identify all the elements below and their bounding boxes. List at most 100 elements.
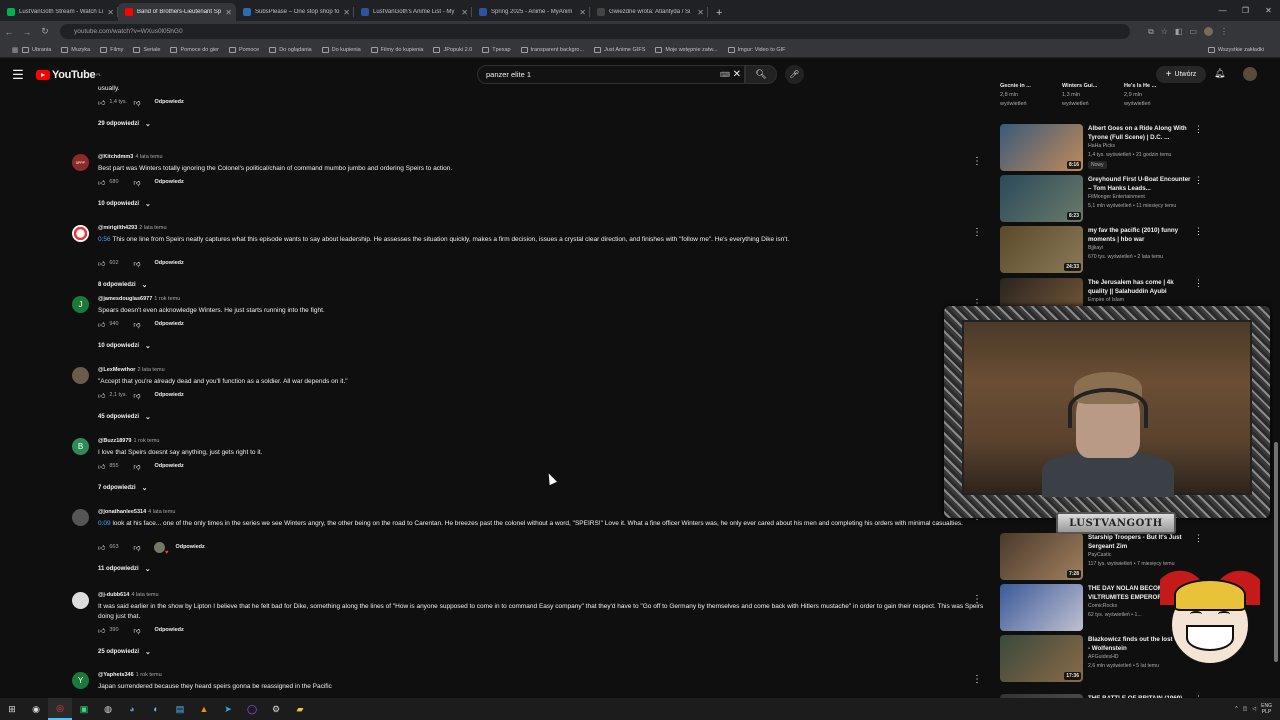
tray-network-icon[interactable]: ◫	[1243, 706, 1248, 712]
video-thumbnail[interactable]: 7:28	[1000, 533, 1083, 580]
bookmark-item[interactable]: Pomoce	[229, 46, 259, 53]
reply-button[interactable]: Odpowiedz	[154, 260, 183, 266]
view-replies-button[interactable]: 45 odpowiedzi ⌄	[98, 413, 151, 421]
partial-video-stats[interactable]: Winters Gui... 1,3 mln wyświetleń	[1062, 82, 1122, 109]
reply-button[interactable]: Odpowiedz	[154, 627, 183, 633]
dislike-icon[interactable]: 👎︎	[133, 543, 140, 552]
comment-avatar[interactable]	[72, 592, 89, 609]
dislike-icon[interactable]: 👎︎	[133, 626, 140, 635]
taskbar-settings-icon[interactable]: ⚙	[264, 698, 288, 720]
bookmark-item[interactable]: Do kupienia	[321, 46, 361, 53]
comment-author[interactable]: @Yaphets346	[98, 672, 134, 678]
view-replies-button[interactable]: 29 odpowiedzi ⌄	[98, 120, 151, 128]
channel-name[interactable]: PayCastic	[1088, 552, 1111, 558]
page-scrollbar[interactable]	[1273, 82, 1279, 698]
browser-menu-icon[interactable]: ⋮	[1220, 27, 1228, 37]
profile-icon[interactable]	[1204, 26, 1214, 36]
like-icon[interactable]: 👍︎	[98, 178, 105, 187]
bookmark-item[interactable]: Just Anime GIFS	[594, 46, 645, 53]
partial-video-stats[interactable]: He's Is He ... 2,9 mln wyświetleń	[1124, 82, 1184, 109]
comment-author[interactable]: @Buzz18979	[98, 438, 132, 444]
tab-close-icon[interactable]: ✕	[343, 8, 350, 17]
comment-author[interactable]: @jamesdouglas6977	[98, 296, 152, 302]
comment-author[interactable]: @mirigilth4293	[98, 225, 137, 231]
windows-start-icon[interactable]: ⊞	[0, 698, 24, 720]
video-thumbnail[interactable]: 8:23	[1000, 175, 1083, 222]
like-icon[interactable]: 👍︎	[98, 462, 105, 471]
view-replies-button[interactable]: 10 odpowiedzi ⌄	[98, 200, 151, 208]
taskbar-discord-icon[interactable]: ◕	[120, 698, 144, 720]
language-indicator[interactable]: ENG PLP	[1261, 703, 1272, 715]
clear-search-icon[interactable]: ✕	[733, 69, 741, 80]
comment-avatar[interactable]: Y	[72, 672, 89, 689]
dislike-icon[interactable]: 👎︎	[133, 391, 140, 400]
view-replies-button[interactable]: 7 odpowiedzi ⌄	[98, 484, 148, 492]
comment-time[interactable]: 4 lata temu	[131, 592, 158, 598]
maximize-icon[interactable]: ❐	[1234, 0, 1257, 21]
close-window-icon[interactable]: ✕	[1257, 0, 1280, 21]
taskbar-media-icon[interactable]: ◉	[24, 698, 48, 720]
apps-icon[interactable]: ▦	[8, 46, 22, 54]
video-thumbnail[interactable]: 24:33	[1000, 226, 1083, 273]
video-title[interactable]: Starship Troopers - But It's Just Sergea…	[1088, 533, 1192, 551]
taskbar-app-icon[interactable]: ▣	[72, 698, 96, 720]
sidepanel-icon[interactable]: ▭	[1189, 27, 1197, 37]
taskbar-obs-icon[interactable]: ◍	[96, 698, 120, 720]
back-icon[interactable]: ←	[0, 27, 18, 37]
browser-tab[interactable]: LustVanGoth Stream - Watch Li ✕	[0, 3, 118, 21]
comment-time[interactable]: 2 lata temu	[139, 225, 166, 231]
comment-avatar[interactable]	[72, 367, 89, 384]
account-avatar[interactable]	[1243, 67, 1257, 81]
channel-name[interactable]: FilMonger Entertainment	[1088, 194, 1145, 200]
create-button[interactable]: + Utwórz	[1156, 66, 1206, 83]
tab-close-icon[interactable]: ✕	[461, 8, 468, 17]
comment-time[interactable]: 1 rok temu	[134, 438, 160, 444]
comment-time[interactable]: 2 lata temu	[137, 367, 164, 373]
related-video[interactable]: 8:16 Albert Goes on a Ride Along With Tyr…	[1000, 124, 1266, 174]
comment-time[interactable]: 1 rok temu	[136, 672, 162, 678]
partial-video-stats[interactable]: Gecnie in ... 2,8 mln wyświetleń	[1000, 82, 1060, 109]
bookmark-item[interactable]: Filmy do kupienia	[370, 46, 423, 53]
tray-chevron-icon[interactable]: ^	[1235, 706, 1237, 712]
like-icon[interactable]: 👍︎	[98, 259, 105, 268]
video-menu-icon[interactable]: ⋮	[1194, 226, 1203, 237]
install-icon[interactable]: ⧉	[1148, 27, 1154, 37]
video-menu-icon[interactable]: ⋮	[1194, 175, 1203, 186]
taskbar-vlc-icon[interactable]: ▲	[192, 698, 216, 720]
bookmark-item[interactable]: Muzyka	[61, 46, 90, 53]
video-title[interactable]: my fav the pacific (2010) funny moments …	[1088, 226, 1192, 244]
taskbar-calendar-icon[interactable]: ▤	[168, 698, 192, 720]
bookmark-item[interactable]: Imgur: Video to GIF	[727, 46, 786, 53]
channel-name[interactable]: AFGuidesHD	[1088, 654, 1119, 660]
comment-author[interactable]: @LexMewthor	[98, 367, 135, 373]
comment-timestamp-link[interactable]: 0:09	[98, 520, 111, 527]
dislike-icon[interactable]: 👎︎	[133, 462, 140, 471]
view-replies-button[interactable]: 8 odpowiedzi ⌄	[98, 281, 148, 289]
comment-time[interactable]: 1 rok temu	[154, 296, 180, 302]
dislike-icon[interactable]: 👎︎	[133, 178, 140, 187]
forward-icon[interactable]: →	[18, 27, 36, 37]
dislike-icon[interactable]: 👎︎	[133, 259, 140, 268]
video-menu-icon[interactable]: ⋮	[1194, 533, 1203, 544]
bookmark-item[interactable]: JPopuki 2.0	[433, 46, 472, 53]
bookmark-item[interactable]: transparent backgro...	[520, 46, 584, 53]
scrollbar-thumb[interactable]	[1274, 442, 1278, 662]
tab-close-icon[interactable]: ✕	[107, 8, 114, 17]
all-bookmarks[interactable]: Wszystkie zakładki	[1207, 46, 1264, 53]
bookmark-item[interactable]: Do oglądania	[269, 46, 312, 53]
youtube-logo[interactable]: YouTube PL	[36, 69, 101, 81]
keyboard-icon[interactable]: ⌨	[720, 71, 730, 79]
bookmark-item[interactable]: Ubrania	[22, 46, 51, 53]
notifications-bell-icon[interactable]: 🔔︎	[1214, 68, 1225, 79]
video-thumbnail[interactable]: 8:16	[1000, 124, 1083, 171]
new-tab-icon[interactable]: +	[716, 7, 722, 19]
taskbar-chrome-icon[interactable]: ◎	[48, 698, 72, 720]
view-replies-button[interactable]: 11 odpowiedzi ⌄	[98, 565, 151, 573]
bookmark-item[interactable]: Moje wstępnie zatw...	[655, 46, 718, 53]
view-replies-button[interactable]: 10 odpowiedzi ⌄	[98, 342, 151, 350]
reply-button[interactable]: Odpowiedz	[154, 99, 183, 105]
tray-volume-icon[interactable]: ◁	[1252, 706, 1256, 712]
bookmark-star-icon[interactable]: ☆	[1161, 27, 1168, 37]
comment-avatar[interactable]: 5PPP	[72, 154, 89, 171]
video-thumbnail[interactable]	[1000, 584, 1083, 631]
